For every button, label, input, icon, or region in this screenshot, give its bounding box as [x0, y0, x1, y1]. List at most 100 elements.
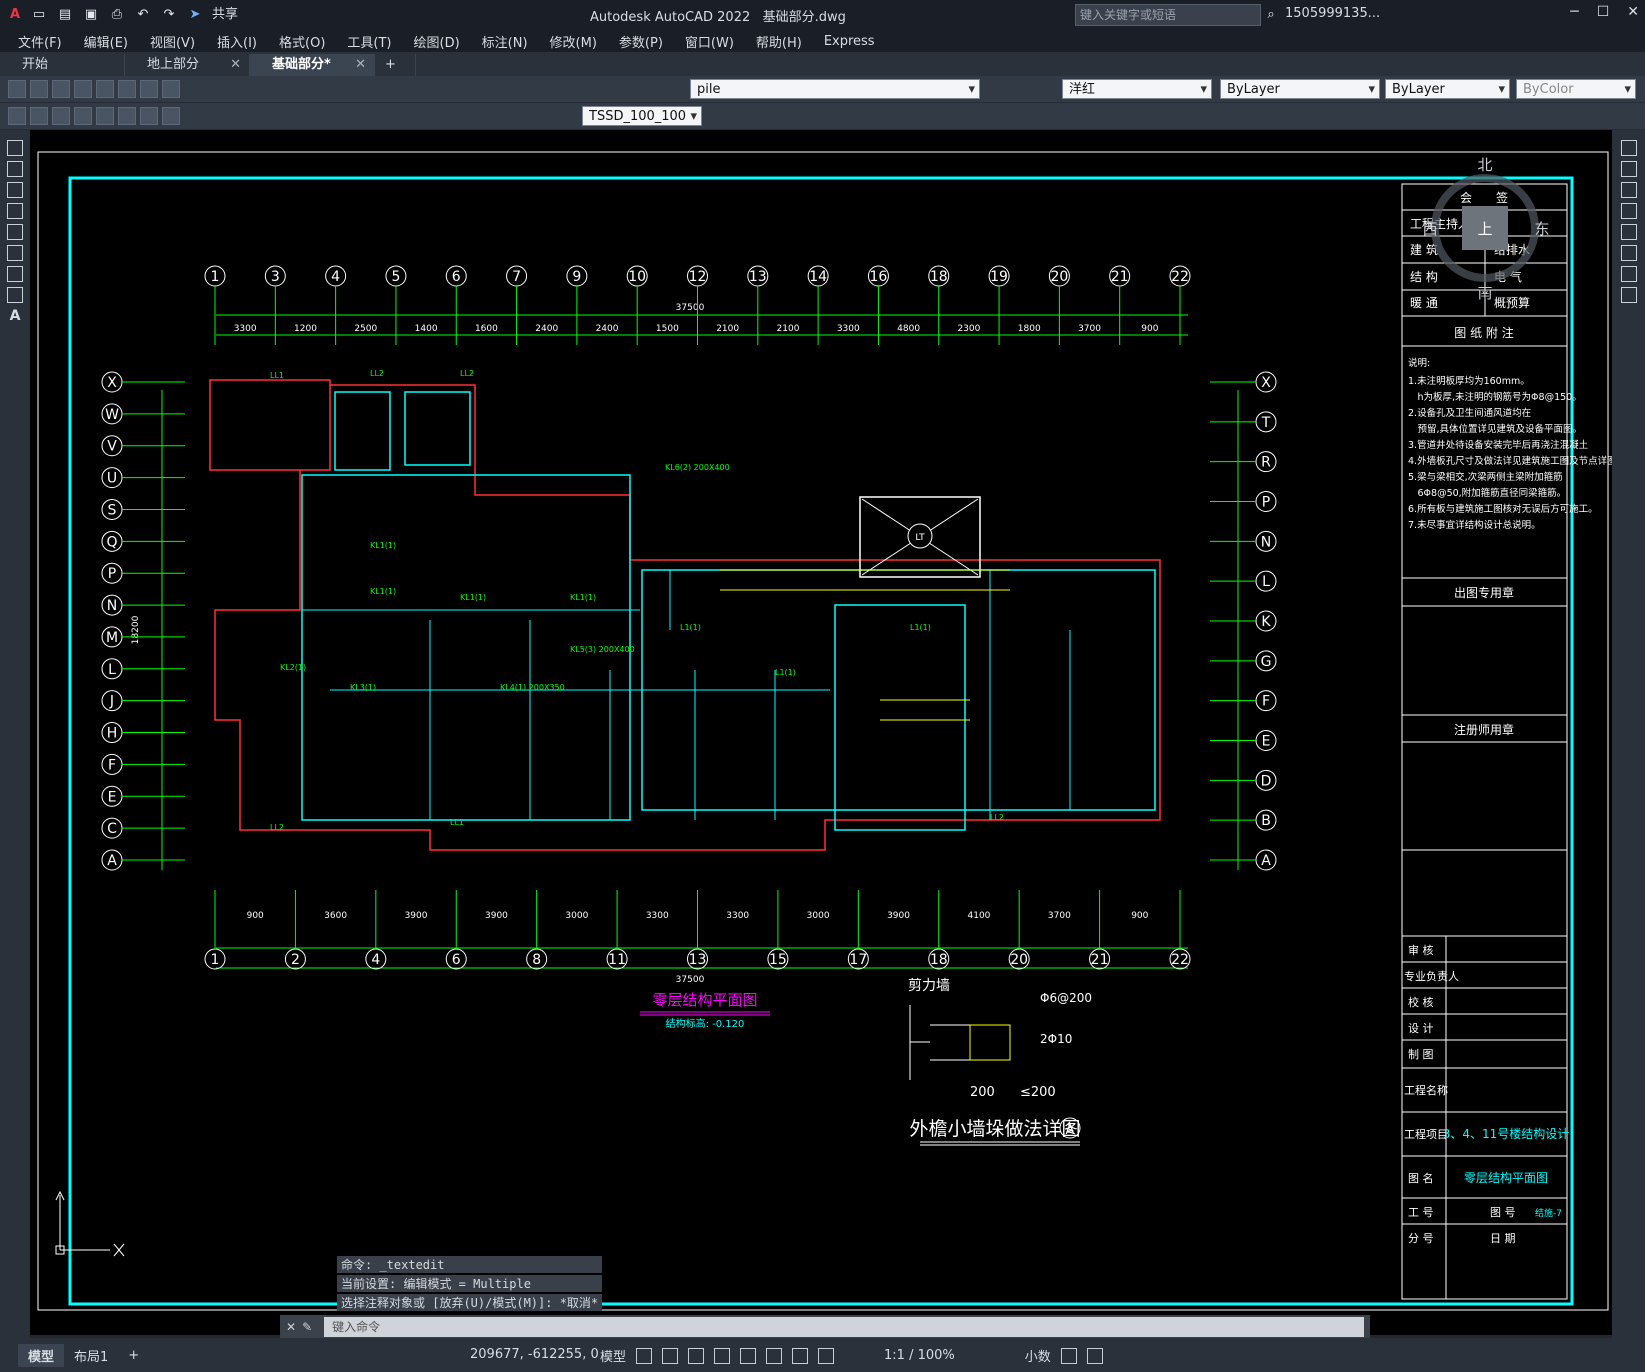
undo-icon[interactable]: ↶ — [134, 6, 152, 24]
print-icon[interactable]: ⎙ — [108, 6, 126, 24]
text-tool-icon[interactable]: A — [10, 308, 21, 324]
menu-file[interactable]: 文件(F) — [18, 32, 62, 51]
tab-model[interactable]: 模型 — [18, 1343, 65, 1367]
toolbar-button[interactable] — [8, 80, 26, 98]
toolbar-button[interactable] — [74, 107, 92, 125]
mirror-tool-icon[interactable] — [1620, 182, 1637, 198]
menu-express[interactable]: Express — [824, 34, 875, 49]
menu-format[interactable]: 格式(O) — [279, 32, 325, 51]
approval-1: 审 核 — [1408, 943, 1434, 957]
trim-tool-icon[interactable] — [1620, 287, 1637, 303]
command-history: 命令: _textedit 当前设置: 编辑模式 = Multiple 选择注释… — [337, 1256, 603, 1313]
close-icon[interactable]: ✕ — [1627, 4, 1639, 20]
approval-2: 专业负责人 — [1404, 969, 1459, 983]
toolbar-button[interactable] — [30, 107, 48, 125]
autocad-logo-icon[interactable]: A — [6, 6, 24, 24]
toolbar-button[interactable] — [118, 80, 136, 98]
menu-tools[interactable]: 工具(T) — [347, 32, 391, 51]
circle-tool-icon[interactable] — [7, 245, 23, 261]
tab-start[interactable]: 开始 — [0, 54, 125, 76]
tab-layout1[interactable]: 布局1 — [64, 1344, 118, 1367]
color-dropdown[interactable]: 洋红 — [1062, 79, 1212, 100]
polygon-tool-icon[interactable] — [7, 182, 23, 198]
toolbar-button[interactable] — [162, 80, 180, 98]
linetype-dropdown[interactable]: ByLayer — [1220, 79, 1380, 100]
menu-insert[interactable]: 插入(I) — [217, 32, 257, 51]
dim-value-bottom: 4100 — [968, 911, 991, 921]
snap-icon[interactable] — [662, 1347, 679, 1364]
close-command-icon[interactable]: ✕ — [286, 1320, 296, 1334]
offset-tool-icon[interactable] — [1620, 203, 1637, 219]
menu-view[interactable]: 视图(V) — [150, 32, 195, 51]
menu-help[interactable]: 帮助(H) — [756, 32, 802, 51]
toolbar-row-2: TSSD_100_100 — [0, 103, 1645, 130]
layer-dropdown[interactable]: pile — [690, 79, 980, 100]
model-space-button[interactable]: 模型 — [600, 1346, 626, 1365]
customize-command-icon[interactable]: ✎ — [302, 1320, 312, 1334]
toolbar-button[interactable] — [140, 107, 158, 125]
toolbar-button[interactable] — [52, 80, 70, 98]
osnap-icon[interactable] — [740, 1347, 757, 1364]
polyline-tool-icon[interactable] — [7, 161, 23, 177]
lineweight-dropdown[interactable]: ByLayer — [1385, 79, 1510, 100]
annotation-icon[interactable] — [818, 1347, 835, 1364]
units-dropdown[interactable]: 小数 — [1025, 1346, 1051, 1365]
search-input[interactable]: 键入关键字或短语 — [1075, 4, 1261, 26]
save-icon[interactable]: ▣ — [82, 6, 100, 24]
copy-tool-icon[interactable] — [1620, 161, 1637, 177]
new-file-icon[interactable]: ▭ — [30, 6, 48, 24]
svg-text:B: B — [1261, 813, 1271, 829]
transparency-icon[interactable] — [792, 1347, 809, 1364]
add-layout-button[interactable]: + — [118, 1346, 149, 1365]
open-folder-icon[interactable]: ▤ — [56, 6, 74, 24]
toolbar-button[interactable] — [8, 107, 26, 125]
menu-window[interactable]: 窗口(W) — [685, 32, 734, 51]
grid-icon[interactable] — [636, 1347, 653, 1364]
minimize-icon[interactable]: ─ — [1570, 4, 1578, 20]
menu-draw[interactable]: 绘图(D) — [414, 32, 460, 51]
command-input[interactable]: 键入命令 — [324, 1317, 1364, 1337]
menu-edit[interactable]: 编辑(E) — [84, 32, 128, 51]
polar-icon[interactable] — [714, 1347, 731, 1364]
lineweight-icon[interactable] — [766, 1347, 783, 1364]
close-tab-icon[interactable]: ✕ — [230, 54, 241, 76]
table-tool-icon[interactable] — [7, 287, 23, 303]
toolbar-button[interactable] — [74, 80, 92, 98]
toolbar-button[interactable] — [162, 107, 180, 125]
drawing-canvas[interactable]: 会 签 工程主持人 建 筑 结 构 暖 通 给排水 电 气 概预算 图 纸 附 … — [30, 130, 1612, 1335]
share-label[interactable]: 共享 — [212, 6, 238, 24]
user-account[interactable]: 1505999135... — [1285, 6, 1380, 21]
plotstyle-dropdown[interactable]: ByColor — [1516, 79, 1636, 100]
scale-tool-icon[interactable] — [1620, 266, 1637, 282]
share-icon[interactable]: ➤ — [186, 6, 204, 24]
hatch-tool-icon[interactable] — [7, 266, 23, 282]
dimstyle-dropdown[interactable]: TSSD_100_100 — [582, 106, 702, 127]
rectangle-tool-icon[interactable] — [7, 203, 23, 219]
menu-parameter[interactable]: 参数(P) — [619, 32, 663, 51]
move-tool-icon[interactable] — [1620, 224, 1637, 240]
line-tool-icon[interactable] — [7, 140, 23, 156]
close-tab-icon[interactable]: ✕ — [355, 54, 366, 76]
new-tab-button[interactable]: + — [375, 54, 416, 76]
maximize-icon[interactable]: ☐ — [1597, 4, 1610, 20]
toolbar-button[interactable] — [140, 80, 158, 98]
toolbar-button[interactable] — [96, 80, 114, 98]
toolbar-button[interactable] — [52, 107, 70, 125]
tab-above-ground[interactable]: 地上部分 ✕ — [125, 54, 250, 76]
menu-modify[interactable]: 修改(M) — [550, 32, 597, 51]
dim-value-top: 2100 — [777, 324, 800, 334]
tab-foundation[interactable]: 基础部分* ✕ — [250, 54, 375, 76]
arc-tool-icon[interactable] — [7, 224, 23, 240]
customize-icon[interactable] — [1086, 1347, 1103, 1364]
erase-tool-icon[interactable] — [1620, 140, 1637, 156]
redo-icon[interactable]: ↷ — [160, 6, 178, 24]
annotation-scale[interactable]: 1:1 / 100% — [884, 1348, 955, 1363]
ortho-icon[interactable] — [688, 1347, 705, 1364]
search-icon[interactable]: ⌕ — [1262, 6, 1280, 24]
fullscreen-icon[interactable] — [1060, 1347, 1077, 1364]
toolbar-button[interactable] — [30, 80, 48, 98]
toolbar-button[interactable] — [96, 107, 114, 125]
rotate-tool-icon[interactable] — [1620, 245, 1637, 261]
menu-dimension[interactable]: 标注(N) — [482, 32, 528, 51]
toolbar-button[interactable] — [118, 107, 136, 125]
